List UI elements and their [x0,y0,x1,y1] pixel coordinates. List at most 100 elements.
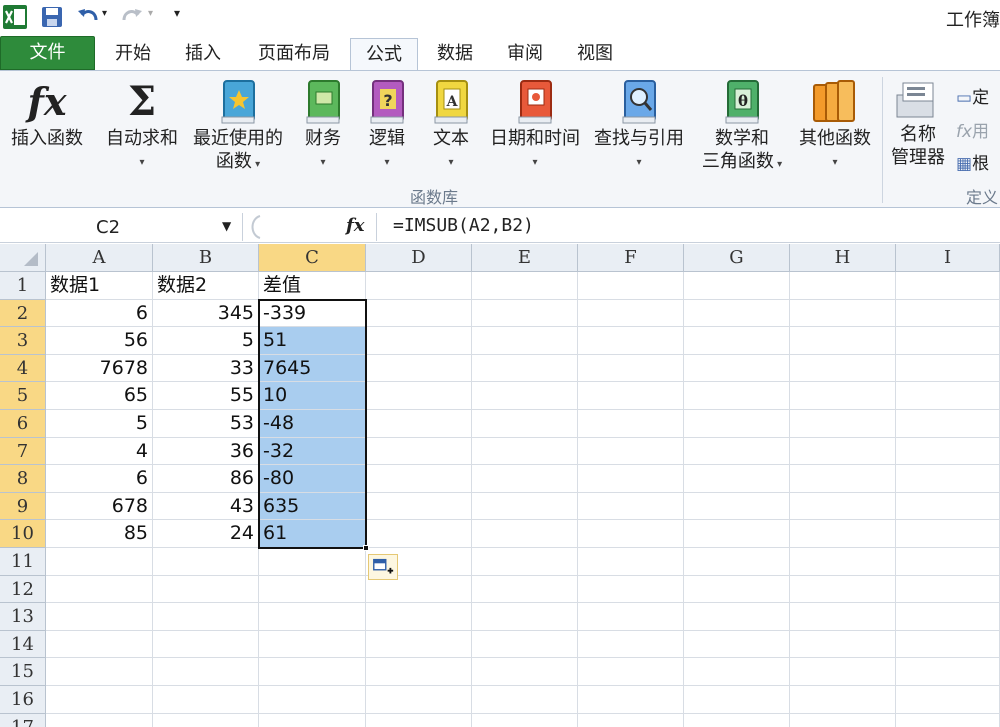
cell-e17[interactable] [472,713,578,727]
cell-h2[interactable] [790,299,896,328]
cell-i4[interactable] [896,354,1000,383]
cell-i6[interactable] [896,410,1000,438]
cell-b13[interactable] [153,603,259,631]
row-header-13[interactable]: 13 [0,603,46,631]
cell-e1[interactable] [472,272,578,300]
fill-handle[interactable] [363,545,369,551]
cell-f5[interactable] [578,382,684,410]
cell-h15[interactable] [790,658,896,686]
cell-f3[interactable] [578,327,684,355]
column-header-h[interactable]: H [790,244,896,272]
cell-c2[interactable]: -339 [259,299,366,328]
recently-used-button[interactable]: 最近使用的 函数 ▾ [188,77,288,176]
row-header-10[interactable]: 10 [0,520,46,548]
create-from-selection-button[interactable]: ▦根 [956,149,989,174]
cell-f15[interactable] [578,658,684,686]
insert-function-fx-icon[interactable]: fx [346,215,364,236]
redo-icon[interactable] [120,5,144,29]
cell-i15[interactable] [896,658,1000,686]
cell-b16[interactable] [153,686,259,714]
row-header-3[interactable]: 3 [0,327,46,355]
cell-i1[interactable] [896,272,1000,300]
cell-d7[interactable] [366,437,472,466]
cell-d17[interactable] [366,713,472,727]
column-header-c[interactable]: C [259,244,366,272]
column-header-g[interactable]: G [684,244,790,272]
cell-b1[interactable]: 数据2 [153,272,259,300]
cell-a8[interactable]: 6 [46,465,153,493]
cell-a7[interactable]: 4 [46,437,153,466]
cell-b4[interactable]: 33 [153,354,259,383]
cell-f13[interactable] [578,603,684,631]
cell-e6[interactable] [472,410,578,438]
cell-f6[interactable] [578,410,684,438]
cell-d15[interactable] [366,658,472,686]
cell-c1[interactable]: 差值 [259,272,366,300]
cell-d4[interactable] [366,354,472,383]
date-time-button[interactable]: 日期和时间 ▾ [486,77,584,169]
cell-a14[interactable] [46,630,153,659]
cell-e5[interactable] [472,382,578,410]
cell-b5[interactable]: 55 [153,382,259,410]
cell-h9[interactable] [790,492,896,521]
cell-e11[interactable] [472,548,578,576]
cell-h10[interactable] [790,520,896,548]
more-functions-button[interactable]: 其他函数 ▾ [792,77,878,169]
cell-g5[interactable] [684,382,790,410]
row-header-5[interactable]: 5 [0,382,46,410]
use-in-formula-button[interactable]: fx用 [956,117,989,142]
lookup-reference-button[interactable]: 查找与引用 ▾ [590,77,688,169]
name-manager-button[interactable]: 名称 管理器 [886,77,950,169]
cell-b2[interactable]: 345 [153,299,259,328]
cell-g16[interactable] [684,686,790,714]
cell-c14[interactable] [259,630,366,659]
row-header-16[interactable]: 16 [0,686,46,714]
cell-b14[interactable] [153,630,259,659]
cell-a11[interactable] [46,548,153,576]
cell-e16[interactable] [472,686,578,714]
cell-h3[interactable] [790,327,896,355]
cell-b9[interactable]: 43 [153,492,259,521]
cell-c8[interactable]: -80 [259,465,366,493]
cell-d6[interactable] [366,410,472,438]
cell-e2[interactable] [472,299,578,328]
cell-i13[interactable] [896,603,1000,631]
text-button[interactable]: A 文本 ▾ [424,77,478,169]
cell-g3[interactable] [684,327,790,355]
formula-input[interactable]: =IMSUB(A2,B2) [376,213,1000,241]
cell-a2[interactable]: 6 [46,299,153,328]
cell-f12[interactable] [578,575,684,604]
cell-e15[interactable] [472,658,578,686]
customize-qat-icon[interactable]: ▾ [174,6,180,32]
cell-h12[interactable] [790,575,896,604]
cell-b12[interactable] [153,575,259,604]
cell-i5[interactable] [896,382,1000,410]
cell-h13[interactable] [790,603,896,631]
cell-f8[interactable] [578,465,684,493]
cell-i14[interactable] [896,630,1000,659]
cell-c6[interactable]: -48 [259,410,366,438]
cell-b10[interactable]: 24 [153,520,259,548]
undo-icon[interactable] [76,5,100,29]
cell-b6[interactable]: 53 [153,410,259,438]
cell-g9[interactable] [684,492,790,521]
cell-f10[interactable] [578,520,684,548]
undo-dropdown-icon[interactable]: ▾ [102,8,107,34]
cell-e10[interactable] [472,520,578,548]
cell-g8[interactable] [684,465,790,493]
row-header-9[interactable]: 9 [0,492,46,521]
row-header-12[interactable]: 12 [0,575,46,604]
tab-page-layout[interactable]: 页面布局 [246,38,342,70]
tab-formulas[interactable]: 公式 [350,38,418,73]
logical-button[interactable]: ? 逻辑 ▾ [360,77,414,169]
cell-f14[interactable] [578,630,684,659]
cell-d16[interactable] [366,686,472,714]
cell-i3[interactable] [896,327,1000,355]
cell-e3[interactable] [472,327,578,355]
cell-a4[interactable]: 7678 [46,354,153,383]
define-name-button[interactable]: ▭定 [956,83,989,108]
cell-i16[interactable] [896,686,1000,714]
cell-g10[interactable] [684,520,790,548]
cell-f17[interactable] [578,713,684,727]
tab-data[interactable]: 数据 [424,38,486,70]
